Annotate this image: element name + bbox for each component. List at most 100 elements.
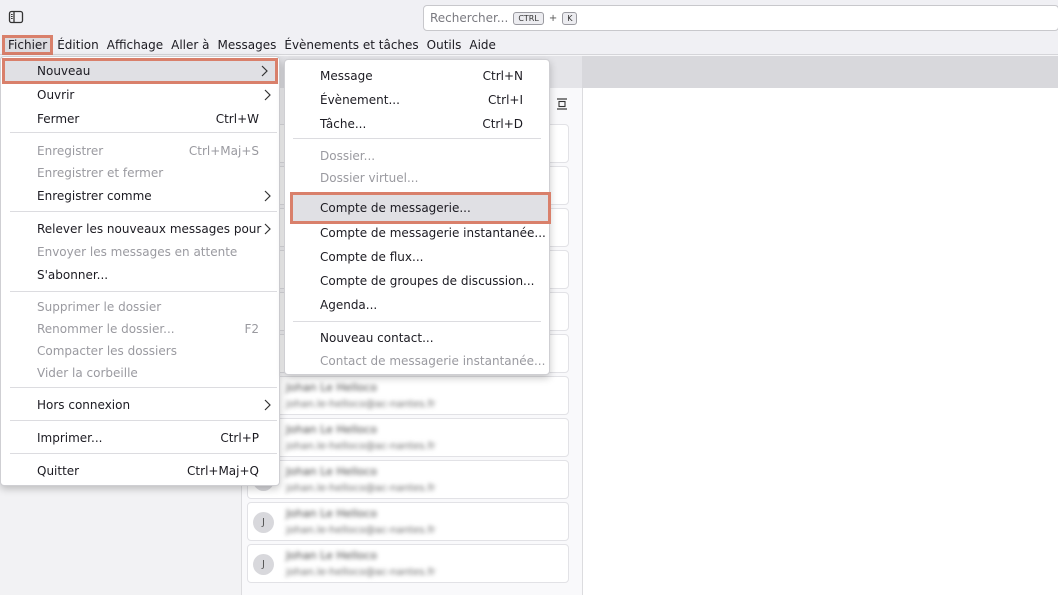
menu-item-ouvrir[interactable]: Ouvrir <box>1 84 279 106</box>
menu-separator <box>10 387 277 388</box>
menu-item-label: Renommer le dossier... <box>37 322 175 336</box>
menu-evenements-taches[interactable]: Évènements et tâches <box>280 35 422 55</box>
contact-card[interactable]: Johan Le Helloco johan.le-helloco@ac-nant… <box>247 376 569 415</box>
menu-item-label: Agenda... <box>320 298 378 312</box>
menu-item-shortcut: Ctrl+P <box>220 431 259 445</box>
menu-item-label: Évènement... <box>320 93 400 107</box>
menu-item-label: Compte de groupes de discussion... <box>320 274 535 288</box>
sidebar-toggle-icon[interactable] <box>8 9 24 25</box>
chevron-right-icon <box>264 223 271 235</box>
menu-item-label: Enregistrer et fermer <box>37 166 164 180</box>
menu-item-label: Nouveau <box>37 64 91 78</box>
menu-item-enregistrer[interactable]: Enregistrer Ctrl+Maj+S <box>1 140 279 162</box>
list-view-icon[interactable] <box>556 98 568 110</box>
menu-item-compacter[interactable]: Compacter les dossiers <box>1 340 279 362</box>
chevron-right-icon <box>264 399 271 411</box>
menu-item-contact-instantanee[interactable]: Contact de messagerie instantanée... <box>285 350 549 372</box>
menu-item-shortcut: Ctrl+Maj+Q <box>187 464 259 478</box>
menu-item-agenda[interactable]: Agenda... <box>285 294 549 316</box>
menu-item-shortcut: Ctrl+D <box>482 117 523 131</box>
new-submenu: Message Ctrl+N Évènement... Ctrl+I Tâche… <box>284 59 551 375</box>
shortcut-key-k: K <box>562 11 578 25</box>
menu-item-vider-corbeille[interactable]: Vider la corbeille <box>1 362 279 384</box>
menu-item-quitter[interactable]: Quitter Ctrl+Maj+Q <box>1 460 279 482</box>
menu-messages[interactable]: Messages <box>214 35 281 55</box>
menu-edition[interactable]: Édition <box>53 35 103 55</box>
menu-affichage[interactable]: Affichage <box>103 35 167 55</box>
contact-email: johan.le-helloco@ac-nantes.fr <box>286 525 436 536</box>
shortcut-plus: + <box>548 12 558 24</box>
menu-item-evenement[interactable]: Évènement... Ctrl+I <box>285 89 549 111</box>
menu-fichier[interactable]: Fichier <box>2 34 54 55</box>
menu-item-label: Quitter <box>37 464 80 478</box>
menu-item-dossier-virtuel[interactable]: Dossier virtuel... <box>285 167 549 189</box>
menu-item-shortcut: Ctrl+Maj+S <box>188 144 259 158</box>
contact-card[interactable]: Johan Le Helloco johan.le-helloco@ac-nant… <box>247 418 569 457</box>
menu-item-hors-connexion[interactable]: Hors connexion <box>1 394 279 416</box>
menu-item-label: Imprimer... <box>37 431 103 445</box>
search-input[interactable]: Rechercher... CTRL + K <box>423 5 1058 31</box>
contact-card[interactable]: Johan Le Helloco johan.le-helloco@ac-nant… <box>247 460 569 499</box>
menu-item-compte-messagerie[interactable]: Compte de messagerie... <box>290 192 551 224</box>
contact-email: johan.le-helloco@ac-nantes.fr <box>286 483 436 494</box>
menu-item-imprimer[interactable]: Imprimer... Ctrl+P <box>1 427 279 449</box>
menu-separator <box>10 420 277 421</box>
menu-item-label: Enregistrer comme <box>37 189 152 203</box>
menu-item-label: Fermer <box>37 112 80 126</box>
contact-name: Johan Le Helloco <box>286 381 378 394</box>
menu-item-renommer-dossier[interactable]: Renommer le dossier... F2 <box>1 318 279 340</box>
menu-item-label: S'abonner... <box>37 268 109 282</box>
shortcut-key-ctrl: CTRL <box>513 11 544 25</box>
menu-item-envoyer-attente[interactable]: Envoyer les messages en attente <box>1 241 279 263</box>
menu-item-enregistrer-fermer[interactable]: Enregistrer et fermer <box>1 162 279 184</box>
menu-item-dossier[interactable]: Dossier... <box>285 145 549 167</box>
contact-email: johan.le-helloco@ac-nantes.fr <box>286 399 436 410</box>
menu-item-label: Relever les nouveaux messages pour <box>37 222 262 236</box>
menu-item-label: Enregistrer <box>37 144 104 158</box>
menu-item-compte-groupes[interactable]: Compte de groupes de discussion... <box>285 270 549 292</box>
contact-name: Johan Le Helloco <box>286 507 378 520</box>
menu-item-supprimer-dossier[interactable]: Supprimer le dossier <box>1 296 279 318</box>
menu-separator <box>293 321 541 322</box>
menu-item-shortcut: Ctrl+I <box>488 93 523 107</box>
avatar: J <box>253 512 274 533</box>
menu-aide[interactable]: Aide <box>465 35 500 55</box>
menu-item-label: Vider la corbeille <box>37 366 138 380</box>
menu-item-message[interactable]: Message Ctrl+N <box>285 65 549 87</box>
contact-card[interactable]: J Johan Le Helloco johan.le-helloco@ac-nan… <box>247 502 569 541</box>
menu-item-label: Hors connexion <box>37 398 131 412</box>
menu-item-nouveau-contact[interactable]: Nouveau contact... <box>285 327 549 349</box>
menu-item-compte-flux[interactable]: Compte de flux... <box>285 246 549 268</box>
menu-item-label: Tâche... <box>320 117 367 131</box>
menu-item-tache[interactable]: Tâche... Ctrl+D <box>285 113 549 135</box>
menu-item-fermer[interactable]: Fermer Ctrl+W <box>1 108 279 130</box>
menu-separator <box>10 211 277 212</box>
contact-card[interactable]: J Johan Le Helloco johan.le-helloco@ac-nan… <box>247 544 569 583</box>
avatar: J <box>253 554 274 575</box>
menu-item-label: Contact de messagerie instantanée... <box>320 354 546 368</box>
menu-item-enregistrer-comme[interactable]: Enregistrer comme <box>1 185 279 207</box>
header-strip <box>582 56 1058 88</box>
menu-item-shortcut: F2 <box>244 322 259 336</box>
contact-name: Johan Le Helloco <box>286 465 378 478</box>
chevron-right-icon <box>264 89 271 101</box>
menu-item-label: Supprimer le dossier <box>37 300 162 314</box>
menu-item-label: Nouveau contact... <box>320 331 434 345</box>
contact-email: johan.le-helloco@ac-nantes.fr <box>286 567 436 578</box>
menu-item-compte-instantanee[interactable]: Compte de messagerie instantanée... <box>285 222 549 244</box>
menu-item-relever[interactable]: Relever les nouveaux messages pour <box>1 218 279 240</box>
menu-item-label: Dossier... <box>320 149 376 163</box>
menu-item-shortcut: Ctrl+W <box>215 112 259 126</box>
menu-item-label: Compte de flux... <box>320 250 424 264</box>
menu-item-shortcut: Ctrl+N <box>482 69 523 83</box>
menu-item-nouveau[interactable]: Nouveau <box>2 58 278 84</box>
menu-item-abonner[interactable]: S'abonner... <box>1 264 279 286</box>
menu-outils[interactable]: Outils <box>423 35 466 55</box>
menu-item-label: Envoyer les messages en attente <box>37 245 238 259</box>
menu-bar: Fichier Édition Affichage Aller à Messag… <box>0 34 1058 55</box>
menu-item-label: Compte de messagerie... <box>320 201 471 215</box>
menu-item-label: Compte de messagerie instantanée... <box>320 226 546 240</box>
menu-separator <box>293 138 541 139</box>
menu-item-label: Dossier virtuel... <box>320 171 419 185</box>
menu-aller-a[interactable]: Aller à <box>167 35 213 55</box>
